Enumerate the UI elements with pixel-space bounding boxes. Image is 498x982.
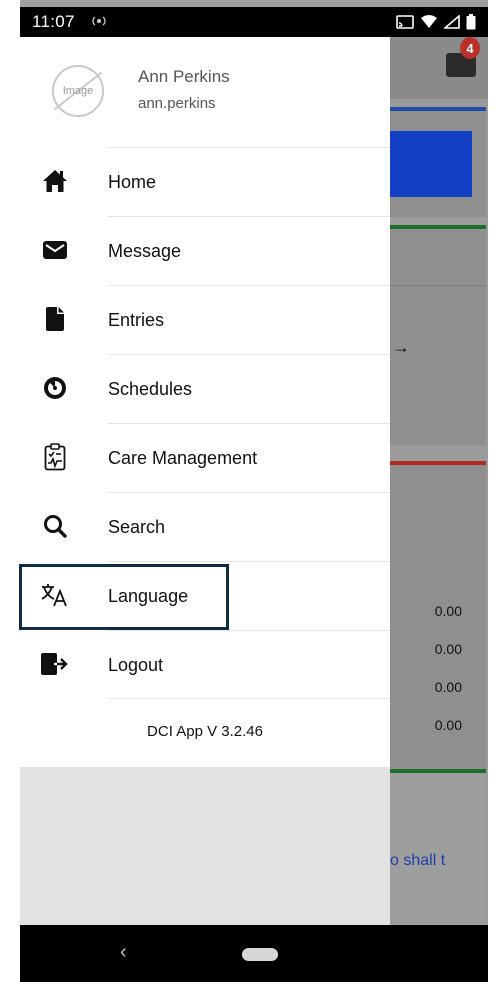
menu-label: Entries [108,310,165,330]
home-icon [40,166,70,196]
battery-icon [466,14,476,30]
hotspot-icon [91,14,107,31]
envelope-icon [40,235,70,265]
arrow-right-icon: → [392,337,410,357]
menu-item-entries[interactable]: Entries [46,285,390,354]
menu-label: Schedules [108,379,193,399]
logout-icon [40,649,70,679]
status-icons [396,14,476,30]
menu-label: Home [108,172,157,192]
app-version: DCI App V 3.2.46 [147,723,263,740]
document-icon [40,304,70,334]
menu-item-care-management[interactable]: Care Management [44,423,390,492]
menu-item-search[interactable]: Search [44,492,390,561]
dashboard-card [390,107,486,217]
cast-icon [396,15,414,29]
drawer-profile-header: Image Ann Perkins ann.perkins [20,37,390,147]
drawer-footer [20,767,390,925]
card-banner [390,131,472,197]
card-value: 0.00 [434,679,462,695]
menu-label: Care Management [108,448,258,468]
profile-username: ann.perkins [138,95,216,112]
clipboard-icon [40,442,70,472]
menu-item-schedules[interactable]: Schedules [44,354,390,423]
card-value: 0.00 [434,641,462,657]
card-value: 0.00 [434,603,462,619]
avatar-placeholder-text: Image [62,85,94,97]
signal-icon [444,15,460,29]
search-icon [40,511,70,541]
phone-screen: 11:07 4 → 0.00 0.00 0.00 0.00 o shall t … [20,0,488,982]
menu-item-message[interactable]: Message [43,216,390,285]
language-highlight-box [19,564,229,630]
notification-badge: 4 [460,37,480,59]
dashboard-card [390,225,486,445]
card-divider [390,285,486,286]
dashboard-card [390,769,486,929]
avatar: Image [52,65,104,117]
card-value: 0.00 [434,717,462,733]
menu-label: Search [108,517,166,537]
status-bar: 11:07 [20,7,488,37]
navigation-drawer: Image Ann Perkins ann.perkins Home Messa… [20,37,390,925]
dashboard-card: 0.00 0.00 0.00 0.00 [390,461,486,783]
home-pill-button[interactable] [242,948,278,961]
menu-label: Message [108,241,182,261]
system-nav-bar: ‹ [20,925,488,982]
wifi-icon [420,15,438,29]
profile-name: Ann Perkins [138,67,230,86]
menu-label: Logout [108,655,164,675]
menu-item-home[interactable]: Home [43,147,390,216]
timer-icon [40,373,70,403]
menu-item-logout[interactable]: Logout [41,630,390,699]
card-link[interactable]: o shall t [390,852,486,870]
status-time: 11:07 [32,12,75,31]
back-button[interactable]: ‹ [120,941,127,964]
